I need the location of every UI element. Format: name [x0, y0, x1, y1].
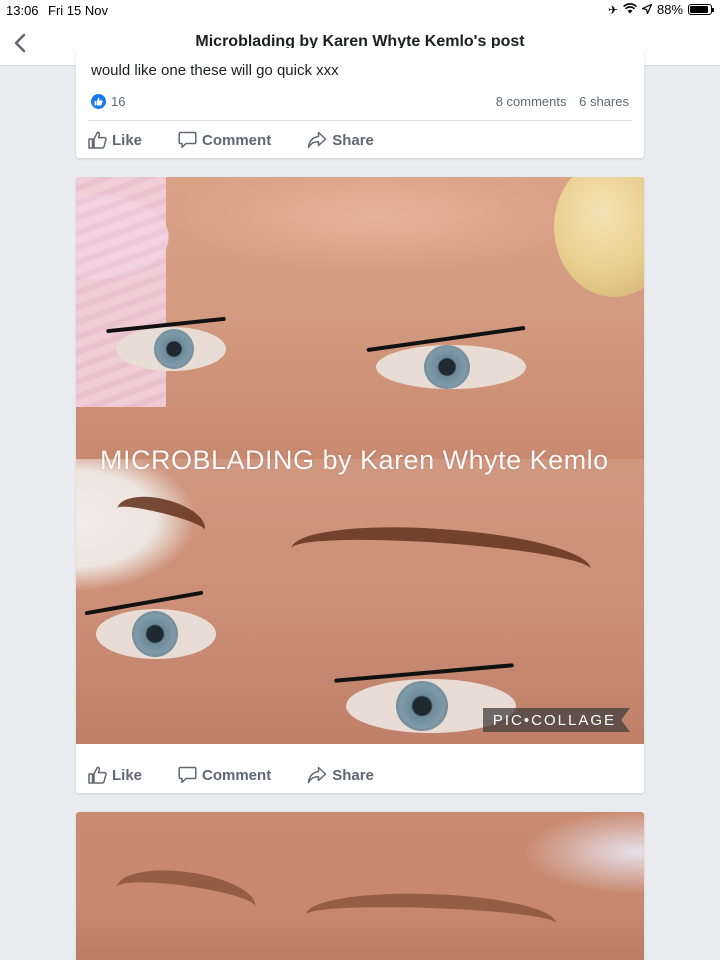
eye-right	[376, 345, 526, 389]
battery-icon	[688, 4, 714, 15]
share-label: Share	[332, 766, 374, 784]
thumbs-up-icon	[88, 766, 107, 784]
post-text: would like one these will go quick xxx	[91, 62, 339, 79]
post-card: would like one these will go quick xxx 1…	[76, 48, 644, 158]
status-right: ✈ 88%	[607, 2, 714, 17]
brow-left	[112, 488, 210, 550]
status-time: 13:06	[6, 3, 39, 18]
comment-button[interactable]: Comment	[178, 766, 271, 784]
wifi-icon	[623, 2, 637, 17]
like-reaction-icon	[91, 94, 106, 109]
post-photo[interactable]	[76, 812, 644, 960]
battery-percent: 88%	[656, 2, 683, 17]
action-bar: Like Comment Share	[88, 764, 410, 786]
post-card	[76, 812, 644, 960]
eye-left-after	[96, 609, 216, 659]
share-icon	[307, 131, 327, 149]
like-label: Like	[112, 131, 143, 149]
share-button[interactable]: Share	[307, 131, 374, 149]
airplane-icon: ✈	[607, 2, 618, 17]
share-label: Share	[332, 131, 374, 149]
shares-count[interactable]: 6 shares	[579, 94, 629, 109]
status-date: Fri 15 Nov	[48, 3, 108, 18]
comment-button[interactable]: Comment	[178, 131, 271, 149]
divider	[88, 120, 632, 121]
thumbs-up-icon	[88, 131, 107, 149]
location-icon	[640, 2, 653, 17]
post-stats: 8 comments 6 shares	[496, 94, 629, 109]
reaction-count: 16	[111, 94, 126, 109]
status-bar: 13:06 Fri 15 Nov ✈ 88%	[0, 0, 720, 20]
comment-icon	[178, 766, 197, 784]
post-photo[interactable]: MICROBLADING by Karen Whyte Kemlo PIC•CO…	[76, 177, 644, 744]
comment-label: Comment	[202, 766, 272, 784]
background-wall	[76, 177, 166, 407]
reaction-row[interactable]: 16 8 comments 6 shares	[91, 93, 629, 111]
brow-right	[289, 518, 593, 600]
photo-after-half	[76, 459, 644, 744]
like-button[interactable]: Like	[88, 131, 142, 149]
brow-right	[305, 889, 557, 949]
share-icon	[307, 766, 327, 784]
hair	[554, 177, 644, 297]
share-button[interactable]: Share	[307, 766, 374, 784]
action-bar: Like Comment Share	[88, 129, 410, 151]
comment-icon	[178, 131, 197, 149]
comment-label: Comment	[202, 131, 272, 149]
like-button[interactable]: Like	[88, 766, 142, 784]
brow-left	[113, 862, 259, 932]
comments-count[interactable]: 8 comments	[496, 94, 567, 109]
like-label: Like	[112, 766, 143, 784]
image-watermark: MICROBLADING by Karen Whyte Kemlo	[100, 445, 609, 475]
photo-before-half	[76, 177, 644, 459]
eye-left	[116, 327, 226, 371]
pic-collage-badge: PIC•COLLAGE	[482, 708, 630, 732]
post-card: MICROBLADING by Karen Whyte Kemlo PIC•CO…	[76, 177, 644, 793]
battery-level	[690, 6, 708, 13]
